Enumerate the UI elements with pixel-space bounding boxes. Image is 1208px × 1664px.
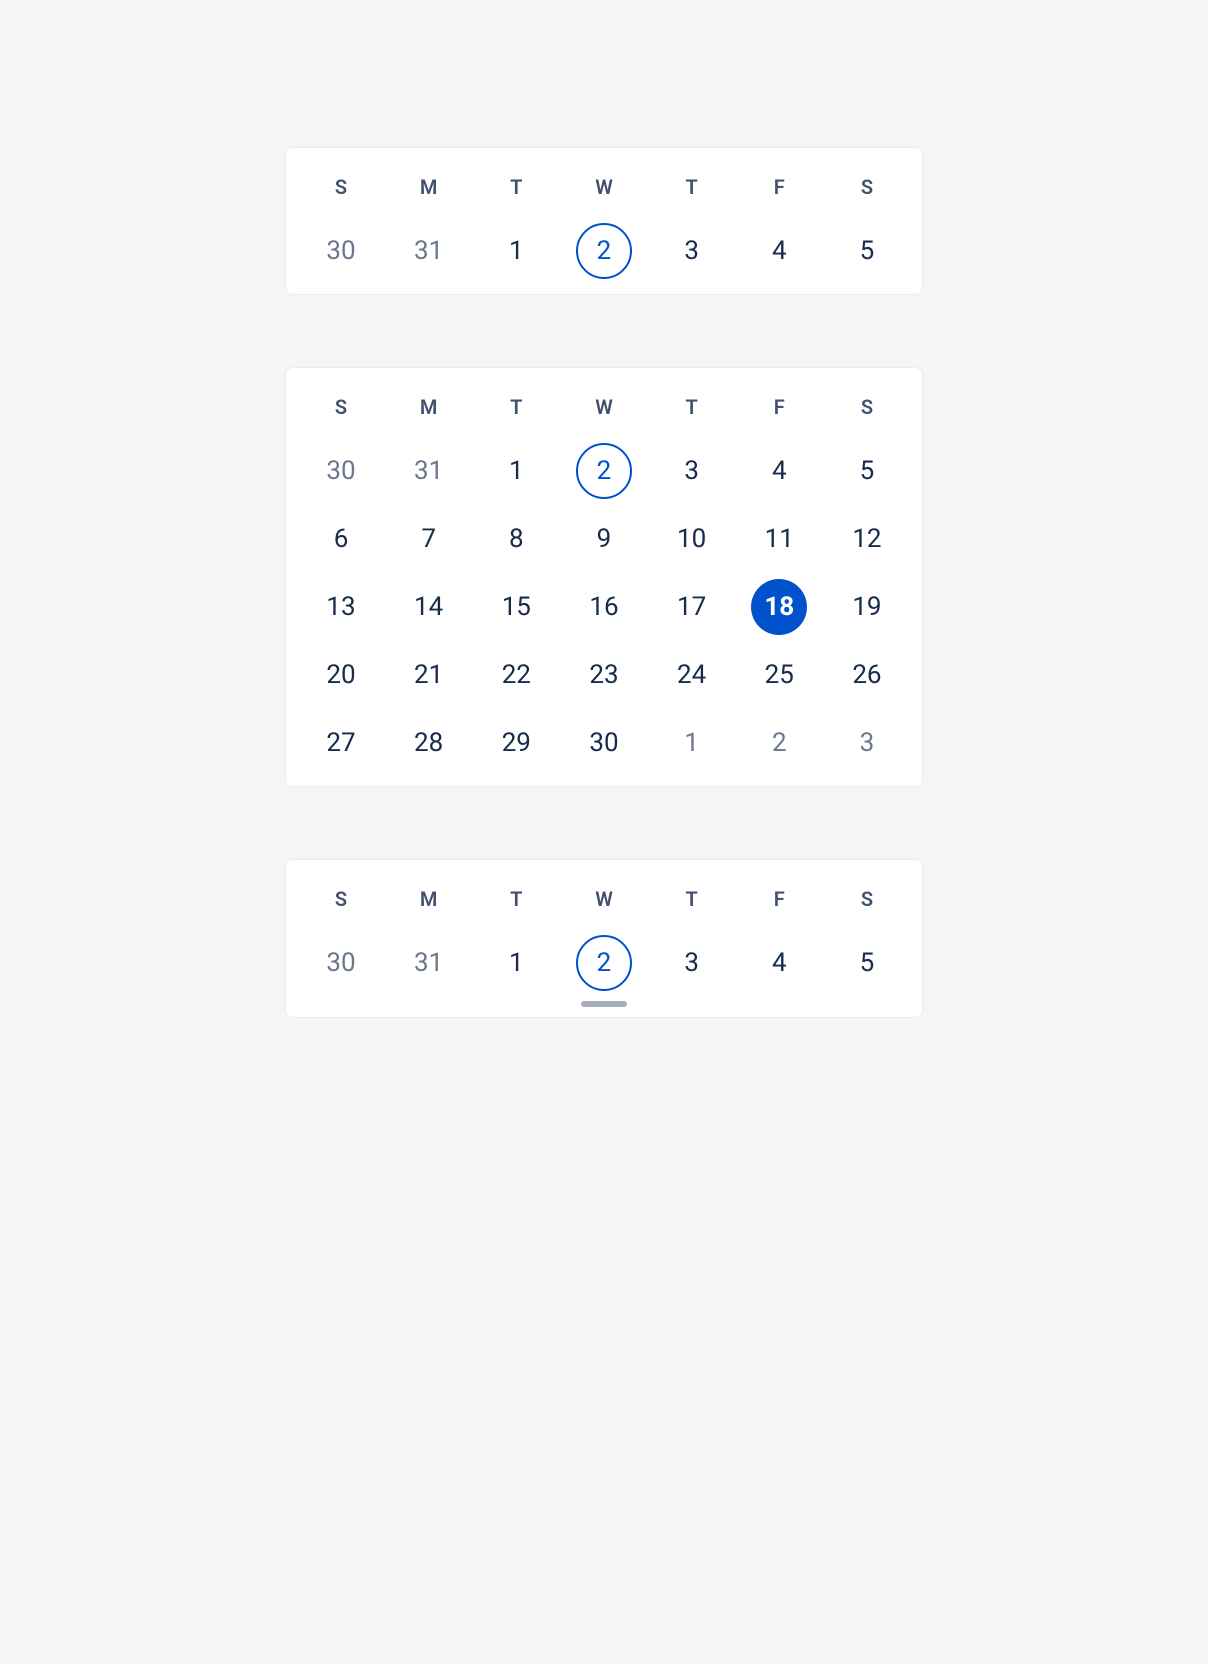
day-cell[interactable]: 30 (313, 443, 369, 499)
day-cell[interactable]: 3 (664, 935, 720, 991)
week-row: 30 31 12345 (313, 935, 895, 991)
drag-handle[interactable] (581, 1001, 627, 1007)
day-cell[interactable]: 19 (839, 579, 895, 635)
weekday-label: T (488, 383, 544, 431)
day-cell[interactable]: 31 (401, 935, 457, 991)
calendar-panel: SMTWTFS303112345 (286, 860, 922, 1017)
weekday-label: M (401, 383, 457, 431)
weekday-label: T (488, 875, 544, 923)
day-cell[interactable]: 24 (664, 647, 720, 703)
weekday-label: F (751, 875, 807, 923)
week-row: 30 31 12345 (313, 443, 895, 499)
day-cell[interactable]: 27 (313, 715, 369, 771)
day-cell[interactable]: 11 (751, 511, 807, 567)
week-row: 27 28 29 30 123 (313, 715, 895, 771)
day-cell[interactable]: 4 (751, 223, 807, 279)
day-cell[interactable]: 3 (664, 443, 720, 499)
day-cell[interactable]: 16 (576, 579, 632, 635)
weekday-label: S (313, 383, 369, 431)
weekday-label: S (839, 163, 895, 211)
day-cell[interactable]: 8 (488, 511, 544, 567)
day-cell[interactable]: 14 (401, 579, 457, 635)
week-row: 20 21 22 23 24 25 26 (313, 647, 895, 703)
day-cell[interactable]: 9 (576, 511, 632, 567)
day-cell[interactable]: 12 (839, 511, 895, 567)
weekday-label: T (664, 383, 720, 431)
week-row: 6789 10 11 12 (313, 511, 895, 567)
today-cell[interactable]: 2 (576, 223, 632, 279)
day-cell[interactable]: 23 (576, 647, 632, 703)
day-cell[interactable]: 2 (751, 715, 807, 771)
day-cell[interactable]: 26 (839, 647, 895, 703)
day-cell[interactable]: 5 (839, 223, 895, 279)
day-cell[interactable]: 3 (664, 223, 720, 279)
today-cell[interactable]: 2 (576, 443, 632, 499)
day-cell[interactable]: 15 (488, 579, 544, 635)
day-cell[interactable]: 1 (488, 935, 544, 991)
calendar-panel: SMTWTFS303112345 (286, 148, 922, 294)
day-cell[interactable]: 5 (839, 443, 895, 499)
day-cell[interactable]: 10 (664, 511, 720, 567)
day-cell[interactable]: 25 (751, 647, 807, 703)
week-header: SMTWTFS (313, 875, 895, 923)
weekday-label: W (576, 875, 632, 923)
selected-day-cell[interactable]: 18 (751, 579, 807, 635)
day-cell[interactable]: 30 (576, 715, 632, 771)
weekday-label: W (576, 383, 632, 431)
day-cell[interactable]: 7 (401, 511, 457, 567)
weekday-label: S (313, 163, 369, 211)
day-cell[interactable]: 4 (751, 935, 807, 991)
weekday-label: T (664, 875, 720, 923)
day-cell[interactable]: 3 (839, 715, 895, 771)
day-cell[interactable]: 13 (313, 579, 369, 635)
weekday-label: S (313, 875, 369, 923)
weekday-label: T (488, 163, 544, 211)
day-cell[interactable]: 21 (401, 647, 457, 703)
today-cell[interactable]: 2 (576, 935, 632, 991)
day-cell[interactable]: 1 (488, 443, 544, 499)
weekday-label: S (839, 383, 895, 431)
day-cell[interactable]: 31 (401, 223, 457, 279)
day-cell[interactable]: 5 (839, 935, 895, 991)
day-cell[interactable]: 28 (401, 715, 457, 771)
week-row: 13 14 15 16 17 18 19 (313, 579, 895, 635)
day-cell[interactable]: 30 (313, 223, 369, 279)
weekday-label: F (751, 163, 807, 211)
day-cell[interactable]: 29 (488, 715, 544, 771)
day-cell[interactable]: 17 (664, 579, 720, 635)
week-header: SMTWTFS (313, 383, 895, 431)
day-cell[interactable]: 22 (488, 647, 544, 703)
day-cell[interactable]: 20 (313, 647, 369, 703)
weekday-label: S (839, 875, 895, 923)
weekday-label: T (664, 163, 720, 211)
day-cell[interactable]: 6 (313, 511, 369, 567)
day-cell[interactable]: 31 (401, 443, 457, 499)
weekday-label: F (751, 383, 807, 431)
day-cell[interactable]: 1 (488, 223, 544, 279)
week-header: SMTWTFS (313, 163, 895, 211)
day-cell[interactable]: 30 (313, 935, 369, 991)
day-cell[interactable]: 4 (751, 443, 807, 499)
weekday-label: M (401, 163, 457, 211)
calendar-panel: SMTWTFS303112345678910111213141516171819… (286, 368, 922, 786)
week-row: 30 31 12345 (313, 223, 895, 279)
day-cell[interactable]: 1 (664, 715, 720, 771)
weekday-label: W (576, 163, 632, 211)
weekday-label: M (401, 875, 457, 923)
